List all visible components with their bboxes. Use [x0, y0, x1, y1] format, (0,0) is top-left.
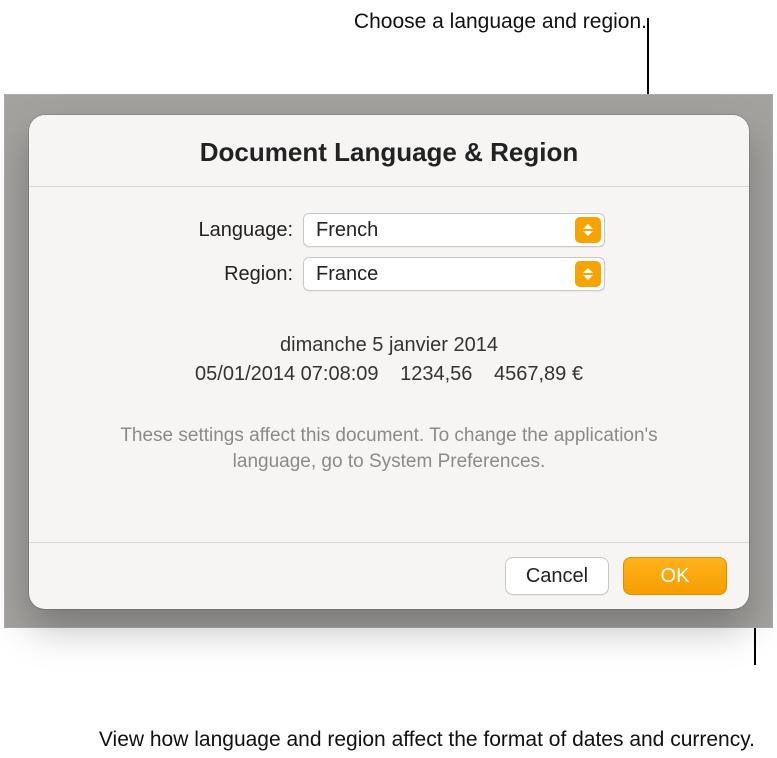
region-popup[interactable]: France [303, 257, 605, 291]
dialog-help-text: These settings affect this document. To … [99, 423, 679, 474]
dialog-title: Document Language & Region [29, 137, 749, 168]
dialog-body: Language: French Region: France [29, 187, 749, 542]
dialog-header: Document Language & Region [29, 115, 749, 187]
updown-icon [575, 217, 601, 243]
language-value: French [316, 219, 378, 242]
region-label: Region: [173, 263, 303, 286]
preview-long-date: dimanche 5 janvier 2014 [187, 331, 591, 360]
cancel-button[interactable]: Cancel [505, 557, 609, 595]
annotation-top: Choose a language and region. [354, 8, 647, 36]
chevron-up-icon [583, 224, 593, 229]
chevron-up-icon [583, 268, 593, 273]
updown-icon [575, 261, 601, 287]
preview-currency: 4567,89 € [494, 363, 583, 385]
language-label: Language: [173, 219, 303, 242]
language-popup[interactable]: French [303, 213, 605, 247]
chevron-down-icon [583, 231, 593, 236]
chevron-down-icon [583, 275, 593, 280]
dialog-language-region: Document Language & Region Language: Fre… [29, 115, 749, 609]
dialog-footer: Cancel OK [29, 542, 749, 609]
ok-button[interactable]: OK [623, 557, 727, 595]
region-value: France [316, 263, 378, 286]
preview-datetime: 05/01/2014 07:08:09 [195, 363, 379, 385]
annotation-bottom: View how language and region affect the … [99, 726, 755, 754]
row-language: Language: French [173, 213, 605, 247]
format-preview: dimanche 5 janvier 2014 05/01/2014 07:08… [187, 331, 591, 389]
preview-number: 1234,56 [400, 363, 472, 385]
row-region: Region: France [173, 257, 605, 291]
window-backdrop: Document Language & Region Language: Fre… [4, 94, 773, 628]
